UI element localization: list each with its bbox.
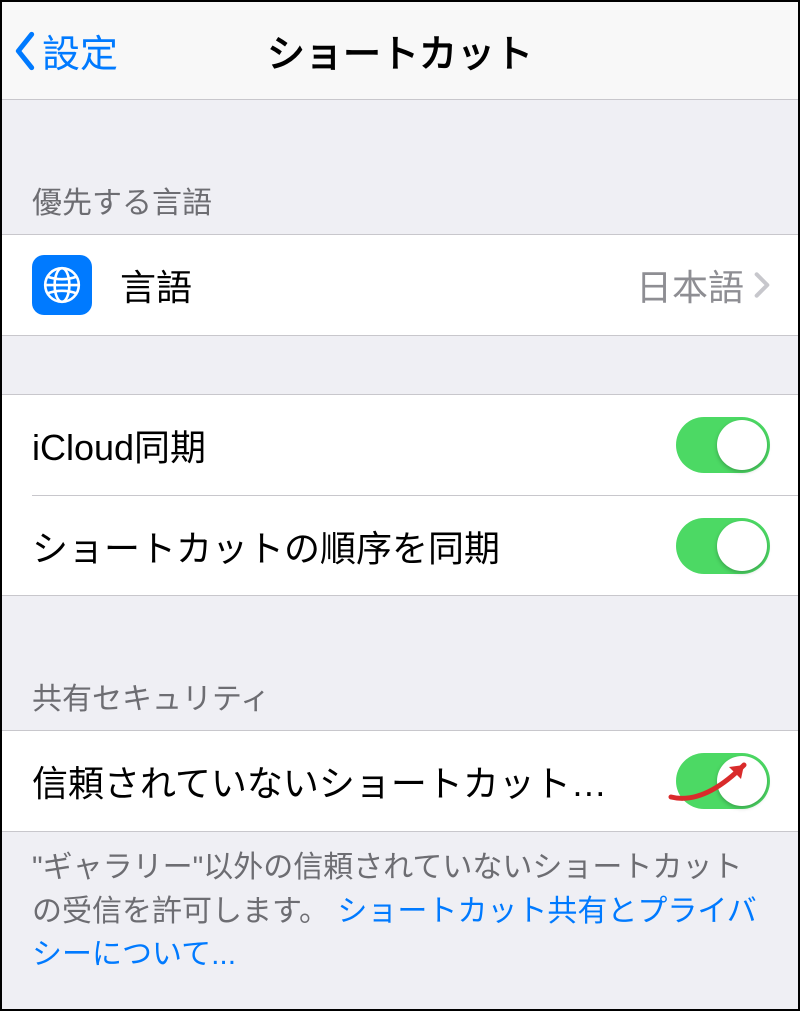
back-label: 設定 bbox=[42, 23, 118, 78]
untrusted-label: 信頼されていないショートカット… bbox=[32, 755, 676, 807]
cell-icloud-sync: iCloud同期 bbox=[2, 395, 798, 495]
back-button[interactable]: 設定 bbox=[12, 23, 118, 78]
section-header-sharing-security: 共有セキュリティ bbox=[2, 596, 798, 730]
group-untrusted: 信頼されていないショートカット… bbox=[2, 730, 798, 832]
language-label: 言語 bbox=[120, 259, 636, 311]
section-footer-untrusted: "ギャラリー"以外の信頼されていないショートカットの受信を許可します。 ショート… bbox=[2, 832, 798, 997]
toggle-icloud-sync[interactable] bbox=[676, 417, 770, 473]
toggle-untrusted[interactable] bbox=[676, 753, 770, 809]
cell-language[interactable]: 言語 日本語 bbox=[2, 235, 798, 335]
group-sync: iCloud同期 ショートカットの順序を同期 bbox=[2, 394, 798, 596]
section-header-preferred-language: 優先する言語 bbox=[2, 100, 798, 234]
group-language: 言語 日本語 bbox=[2, 234, 798, 336]
cell-untrusted-shortcuts: 信頼されていないショートカット… bbox=[2, 731, 798, 831]
globe-icon bbox=[32, 255, 92, 315]
language-value: 日本語 bbox=[636, 259, 744, 311]
chevron-right-icon bbox=[754, 271, 770, 299]
icloud-sync-label: iCloud同期 bbox=[32, 419, 676, 471]
sync-order-label: ショートカットの順序を同期 bbox=[32, 520, 676, 572]
cell-sync-order: ショートカットの順序を同期 bbox=[32, 495, 798, 595]
chevron-left-icon bbox=[12, 31, 38, 71]
page-title: ショートカット bbox=[2, 23, 798, 78]
navigation-bar: 設定 ショートカット bbox=[2, 2, 798, 100]
toggle-sync-order[interactable] bbox=[676, 518, 770, 574]
